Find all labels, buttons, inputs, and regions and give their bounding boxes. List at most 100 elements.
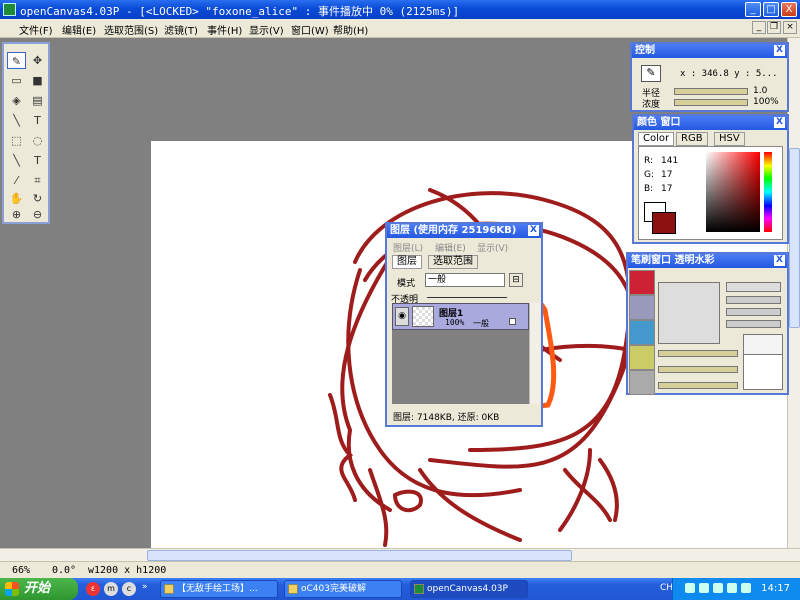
brush-param-slider[interactable] [726, 308, 781, 316]
brush-knife-icon[interactable] [629, 370, 655, 395]
folder-icon [288, 584, 298, 594]
stroke-icon[interactable]: ╲ [7, 152, 26, 169]
quicklaunch-more-icon[interactable]: » [142, 582, 148, 592]
rotation-angle: 0.0° [52, 565, 77, 576]
rotate-hand-icon[interactable]: ↻ [28, 190, 47, 207]
brush-water-drop-icon[interactable] [629, 320, 655, 345]
layer-list-scrollbar[interactable] [529, 303, 540, 404]
eraser-icon[interactable]: ▭ [7, 72, 26, 89]
tab-hsv[interactable]: HSV [714, 132, 745, 146]
b-value: 17 [661, 184, 673, 194]
taskbar-item-active[interactable]: openCanvas4.03P [410, 580, 528, 598]
layer-memory-footer: 图层: 7148KB, 还原: 0KB [393, 413, 500, 423]
foreground-color-swatch[interactable] [652, 212, 676, 234]
color-panel-close-button[interactable]: X [774, 117, 785, 128]
layer-lock-checkbox[interactable] [509, 318, 516, 325]
lock-icon[interactable]: ⊟ [509, 273, 523, 287]
saturation-value-box[interactable] [706, 152, 760, 232]
r-value: 141 [661, 156, 679, 166]
clock: 14:17 [761, 583, 790, 594]
layer-row[interactable]: ◉ 图层1 100% 一般 [392, 303, 529, 330]
tray-icon[interactable] [713, 583, 723, 593]
brush-param-slider[interactable] [726, 296, 781, 304]
pen-icon[interactable]: ✎ [641, 65, 661, 82]
vertical-scroll-thumb[interactable] [789, 148, 800, 328]
layer-panel: 图层 (使用内存 25196KB) X 图层(L) 编辑(E) 显示(V) 图层… [385, 222, 543, 427]
status-bar: 66% 0.0° w1200 x h1200 [0, 561, 800, 578]
lasso-select-icon[interactable]: ◌ [28, 132, 47, 149]
brush-param-slider[interactable] [658, 350, 738, 357]
blend-mode-select[interactable]: 一般 [425, 273, 505, 287]
brush-param-slider[interactable] [726, 320, 781, 328]
color-panel: 颜色 窗口 X Color RGB HSV R: 141 G: 17 B: 17 [632, 114, 789, 244]
horizontal-scrollbar[interactable] [0, 548, 800, 561]
crop-icon[interactable]: ⌗ [28, 172, 47, 189]
density-label: 浓度 [642, 100, 661, 110]
tray-icon[interactable] [727, 583, 737, 593]
start-button[interactable]: 开始 [0, 578, 78, 600]
folder-icon [164, 584, 174, 594]
gradient-icon[interactable]: ▤ [28, 92, 47, 109]
taskbar-item[interactable]: 【无敌手绘工场】... [160, 580, 278, 598]
move-icon[interactable]: ✥ [28, 52, 47, 69]
color-swatch-icon[interactable]: ■ [28, 72, 47, 89]
hand-icon[interactable]: ✋ [7, 190, 26, 207]
blend-mode-label: 模式 [397, 279, 416, 289]
line-icon[interactable]: ╲ [7, 112, 26, 129]
hue-slider[interactable] [764, 152, 772, 232]
tab-selection[interactable]: 选取范围 [428, 255, 478, 269]
brush-pen-icon[interactable] [629, 270, 655, 295]
b-label: B: [644, 184, 654, 194]
density-slider[interactable] [674, 99, 748, 106]
tray-icon[interactable] [699, 583, 709, 593]
quicklaunch-c-icon[interactable]: c [122, 582, 136, 596]
layer-list-empty [392, 330, 529, 404]
tab-rgb[interactable]: RGB [676, 132, 708, 146]
horizontal-scroll-thumb[interactable] [147, 550, 572, 561]
eye-icon[interactable]: ◉ [395, 307, 409, 326]
tray-icon[interactable] [741, 583, 751, 593]
fill-icon[interactable]: ◈ [7, 92, 26, 109]
brush-size-slider[interactable] [726, 282, 781, 292]
taskbar: 开始 ε m c » 【无敌手绘工场】... oC403完美破解 openCan… [0, 578, 800, 600]
sketch-stroke [418, 468, 522, 542]
quicklaunch-browser-icon[interactable]: ε [86, 582, 100, 596]
brush-param-slider[interactable] [658, 366, 738, 373]
brush-airbrush-icon[interactable] [629, 345, 655, 370]
brush-preview [658, 282, 720, 344]
brush-param-slider[interactable] [658, 382, 738, 389]
pen-icon[interactable]: ✎ [7, 52, 26, 69]
toolbox-panel: ✎ ✥ ▭ ■ ◈ ▤ ╲ T ⬚ ◌ ╲ T ⁄ ⌗ ✋ ↻ ⊕ ⊖ [2, 42, 50, 224]
quicklaunch-m-icon[interactable]: m [104, 582, 118, 596]
tab-layers[interactable]: 图层 [392, 255, 422, 269]
layer-thumbnail [412, 306, 434, 327]
g-value: 17 [661, 170, 673, 180]
canvas-size: w1200 x h1200 [88, 565, 167, 576]
radius-value: 1.0 [753, 86, 768, 96]
layer-panel-close-button[interactable]: X [528, 225, 539, 236]
control-panel: 控制 X ✎ x : 346.8 y : 5... 半径 1.0 浓度 100% [630, 42, 789, 112]
layer-opacity: 100% [445, 318, 465, 327]
taskbar-item[interactable]: oC403完美破解 [284, 580, 402, 598]
control-panel-close-button[interactable]: X [774, 45, 785, 56]
opacity-slider[interactable] [427, 297, 507, 298]
radius-slider[interactable] [674, 88, 748, 95]
layer-menu-edit[interactable]: 编辑(E) [435, 241, 466, 254]
density-value: 100% [753, 97, 779, 107]
eyedropper-icon[interactable]: ⁄ [7, 172, 26, 189]
r-label: R: [644, 156, 654, 166]
sketch-stroke [393, 489, 423, 513]
text-icon[interactable]: T [28, 112, 47, 129]
rect-select-icon[interactable]: ⬚ [7, 132, 26, 149]
brush-panel-close-button[interactable]: X [774, 255, 785, 266]
pressure-curve-graph[interactable] [743, 354, 783, 390]
tab-color[interactable]: Color [638, 132, 675, 146]
brush-watercolor-icon[interactable] [629, 295, 655, 320]
layer-menu-layer[interactable]: 图层(L) [393, 241, 423, 254]
text-outline-icon[interactable]: T [28, 152, 47, 169]
tray-icon[interactable] [685, 583, 695, 593]
layer-menu-view[interactable]: 显示(V) [477, 241, 508, 254]
control-panel-title: 控制 X [632, 44, 787, 58]
zoom-out-icon[interactable]: ⊖ [28, 206, 47, 223]
zoom-in-icon[interactable]: ⊕ [7, 206, 26, 223]
